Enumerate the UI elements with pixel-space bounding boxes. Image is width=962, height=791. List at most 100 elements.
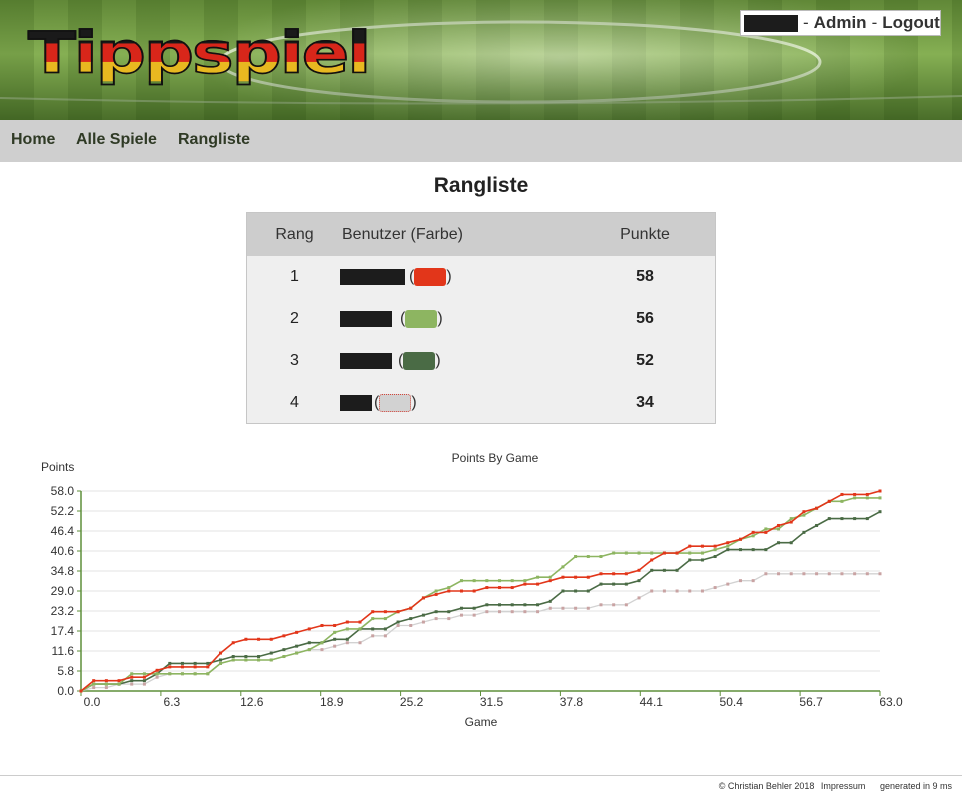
nav-home[interactable]: Home (11, 131, 55, 149)
data-point (764, 530, 768, 534)
data-point (675, 551, 679, 555)
page-title: Rangliste (433, 174, 529, 197)
data-point (561, 589, 565, 593)
data-point (219, 658, 223, 662)
data-point (523, 610, 527, 614)
data-point (117, 679, 121, 683)
data-point (700, 589, 704, 593)
data-point (130, 672, 134, 676)
separator: - (803, 13, 809, 32)
data-point (548, 575, 552, 579)
y-tick-label: 52.2 (51, 504, 75, 518)
data-point (244, 658, 248, 662)
x-tick-label: 12.6 (240, 695, 264, 709)
data-point (777, 572, 781, 576)
data-point (345, 627, 349, 631)
data-point (751, 579, 755, 583)
data-point (675, 568, 679, 572)
data-point (383, 617, 387, 621)
data-point (320, 648, 324, 652)
data-point (130, 682, 134, 686)
data-point (751, 530, 755, 534)
admin-link[interactable]: Admin (814, 13, 867, 33)
data-point (434, 592, 438, 596)
data-point (764, 548, 768, 552)
data-point (295, 630, 299, 634)
data-point (624, 551, 628, 555)
data-point (193, 665, 197, 669)
table-header: Rang Benutzer (Farbe) Punkte (247, 213, 715, 256)
data-point (206, 672, 210, 676)
data-point (409, 623, 413, 627)
data-point (92, 686, 96, 690)
data-point (650, 558, 654, 562)
y-tick-label: 5.8 (57, 664, 74, 678)
data-point (536, 610, 540, 614)
data-point (624, 572, 628, 576)
header-user: Benutzer (Farbe) (342, 225, 463, 243)
data-point (282, 655, 286, 659)
points-chart: Points By Game Points Game 0.0 5.8 11.6 17.… (41, 451, 903, 729)
user-cell: () (340, 382, 620, 424)
site-logo[interactable]: Tippspiel (27, 23, 372, 82)
data-point (498, 603, 502, 607)
data-point (193, 661, 197, 665)
data-point (662, 551, 666, 555)
data-point (523, 579, 527, 583)
data-point (688, 589, 692, 593)
data-point (789, 520, 793, 524)
user-cell: () (340, 256, 620, 298)
nav-alle-spiele[interactable]: Alle Spiele (76, 131, 157, 149)
data-point (307, 627, 311, 631)
data-point (485, 610, 489, 614)
rank-cell: 1 (290, 268, 299, 285)
data-point (498, 579, 502, 583)
data-point (853, 517, 857, 521)
data-point (257, 655, 261, 659)
x-tick-label: 44.1 (640, 695, 664, 709)
data-point (269, 651, 273, 655)
data-point (840, 517, 844, 521)
x-tick-label: 31.5 (480, 695, 504, 709)
main-nav: Home Alle Spiele Rangliste (0, 120, 962, 162)
table-row: 1 () 58 (247, 256, 715, 298)
data-point (726, 548, 730, 552)
data-point (510, 603, 514, 607)
data-point (231, 641, 235, 645)
table-row: 2 () 56 (247, 298, 715, 340)
points-cell: 58 (636, 268, 654, 285)
data-point (536, 582, 540, 586)
logout-link[interactable]: Logout (882, 13, 940, 33)
data-point (599, 603, 603, 607)
data-point (421, 613, 425, 617)
impressum-link[interactable]: Impressum (821, 781, 866, 791)
data-point (713, 544, 717, 548)
data-point (574, 575, 578, 579)
data-point (713, 555, 717, 559)
data-point (612, 603, 616, 607)
x-axis-label: Game (465, 715, 498, 729)
data-point (840, 499, 844, 503)
series-line (80, 510, 881, 692)
footer: © Christian Behler 2018 Impressum genera… (0, 775, 962, 791)
data-point (142, 672, 146, 676)
separator: - (871, 13, 878, 32)
data-point (865, 517, 869, 521)
data-point (777, 541, 781, 545)
x-tick-label: 50.4 (720, 695, 744, 709)
table-row: 4 () 34 (247, 382, 715, 424)
data-point (510, 579, 514, 583)
data-point (498, 610, 502, 614)
data-point (599, 555, 603, 559)
data-point (130, 675, 134, 679)
data-point (738, 537, 742, 541)
data-point (307, 641, 311, 645)
data-point (180, 665, 184, 669)
data-point (700, 544, 704, 548)
data-point (523, 582, 527, 586)
nav-rangliste[interactable]: Rangliste (178, 131, 250, 149)
data-point (155, 668, 159, 672)
data-point (104, 686, 108, 690)
data-point (586, 606, 590, 610)
data-point (498, 586, 502, 590)
